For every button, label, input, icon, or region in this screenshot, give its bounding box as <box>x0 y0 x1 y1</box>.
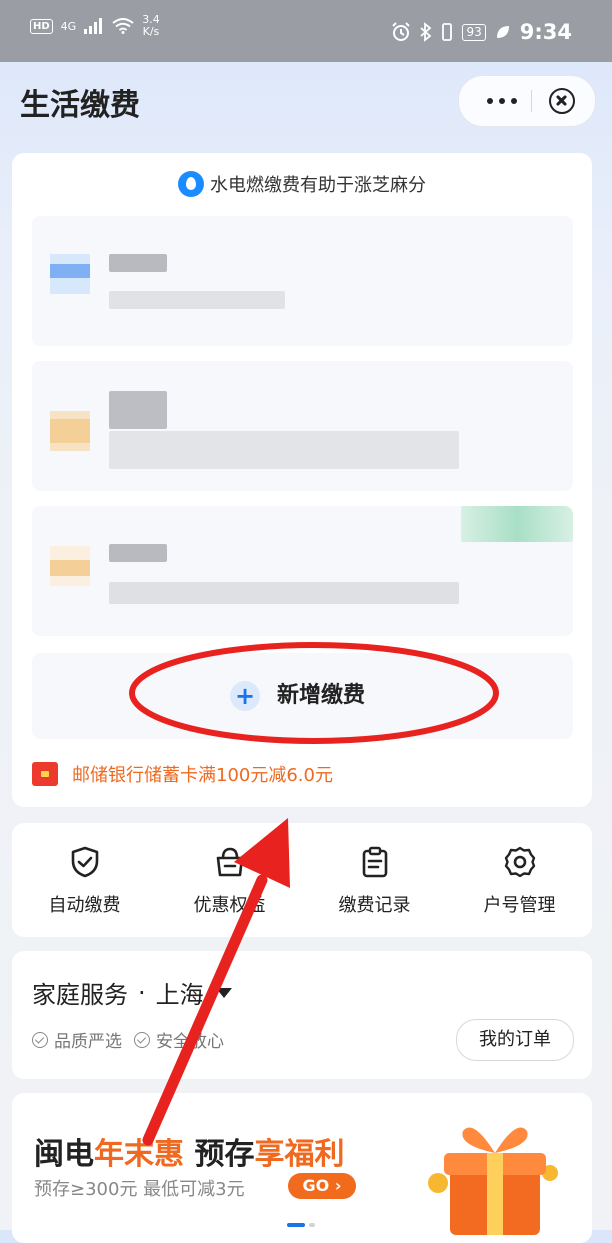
home-service-title: 家庭服务 <box>32 981 128 1009</box>
miniapp-capsule <box>458 75 596 127</box>
bank-promo[interactable]: 邮储银行储蓄卡满100元减6.0元 <box>32 761 333 787</box>
check-circle-icon <box>32 1031 48 1048</box>
promo-banner[interactable]: 闽电年末惠 预存享福利 预存≥300元 最低可减3元 GO › <box>12 1093 592 1243</box>
bill-card: 水电燃缴费有助于涨芝麻分 + 新增缴费 邮储银行储蓄卡满100元减6.0元 <box>12 153 592 807</box>
banner-subtitle: 预存≥300元 最低可减3元 <box>34 1179 245 1200</box>
banner-title-highlight: 年末惠 <box>94 1137 184 1172</box>
auto-pay-button[interactable]: 自动缴费 <box>12 823 157 937</box>
water-drop-icon <box>178 171 204 197</box>
vibrate-icon <box>442 23 453 41</box>
payment-records-label: 缴费记录 <box>338 895 411 916</box>
banner-title-part: 闽电 <box>34 1137 94 1172</box>
carousel-indicator <box>287 1223 315 1227</box>
tag-label: 品质严选 <box>54 1032 122 1052</box>
status-right: 93 9:34 <box>391 20 572 44</box>
more-icon[interactable] <box>477 86 527 116</box>
title-separator: · <box>138 978 146 1007</box>
gear-icon <box>504 846 535 878</box>
gift-basket-icon <box>216 847 243 877</box>
payment-records-button[interactable]: 缴费记录 <box>302 823 447 937</box>
caret-down-icon[interactable] <box>215 987 232 998</box>
leaf-icon <box>496 26 509 38</box>
account-item[interactable] <box>32 506 573 636</box>
capsule-divider <box>531 90 532 112</box>
clock: 9:34 <box>519 20 572 44</box>
banner-title-highlight: 享福利 <box>254 1137 345 1172</box>
auto-pay-label: 自动缴费 <box>48 895 121 916</box>
tag-label: 安全放心 <box>156 1032 224 1052</box>
blurred-text <box>109 254 167 272</box>
blurred-badge <box>461 506 573 542</box>
city-label: 上海 <box>155 981 204 1009</box>
service-tags: 品质严选 安全放心 <box>32 1027 224 1052</box>
banner-title-part: 预存 <box>184 1137 255 1172</box>
account-management-button[interactable]: 户号管理 <box>447 823 592 937</box>
bluetooth-icon <box>420 22 432 42</box>
add-payment-button[interactable]: + 新增缴费 <box>32 653 573 739</box>
blurred-text <box>109 391 167 429</box>
quick-actions: 自动缴费 优惠权益 缴费记录 户号管理 <box>12 823 592 937</box>
page-title: 生活缴费 <box>20 88 140 123</box>
status-left: HD 4G 3.4 K/s <box>30 14 160 38</box>
wifi-icon <box>112 18 134 34</box>
plus-icon: + <box>230 681 260 711</box>
red-envelope-icon <box>32 762 58 786</box>
close-icon[interactable] <box>549 88 575 114</box>
blurred-text <box>109 291 285 309</box>
signal-bars-icon <box>84 18 103 34</box>
account-item[interactable] <box>32 216 573 346</box>
network-speed: 3.4 K/s <box>142 14 160 38</box>
blurred-utility-icon <box>50 411 90 451</box>
blurred-text <box>109 431 459 469</box>
blurred-text <box>109 544 167 562</box>
sesame-tip: 水电燃缴费有助于涨芝麻分 <box>12 171 592 197</box>
signal-4g-icon: 4G <box>60 19 77 33</box>
clipboard-icon <box>362 846 387 878</box>
discount-benefits-label: 优惠权益 <box>193 895 266 916</box>
sesame-tip-text: 水电燃缴费有助于涨芝麻分 <box>210 175 426 196</box>
active-dot <box>287 1223 305 1227</box>
shield-check-icon <box>71 846 98 878</box>
account-item[interactable] <box>32 361 573 491</box>
discount-benefits-button[interactable]: 优惠权益 <box>157 823 302 937</box>
battery-indicator: 93 <box>462 23 486 41</box>
my-orders-button[interactable]: 我的订单 <box>456 1019 574 1061</box>
add-payment-label: 新增缴费 <box>277 683 366 708</box>
tag-item: 安全放心 <box>134 1027 224 1052</box>
alarm-icon <box>392 22 411 41</box>
home-service-header[interactable]: 家庭服务 · 上海 <box>32 975 232 1010</box>
gift-box-icon <box>428 1127 558 1235</box>
speed-unit: K/s <box>142 25 160 38</box>
go-button[interactable]: GO › <box>288 1173 356 1199</box>
status-bar: HD 4G 3.4 K/s 93 9:34 <box>0 0 612 62</box>
home-service-card: 家庭服务 · 上海 品质严选 安全放心 我的订单 <box>12 951 592 1079</box>
inactive-dot <box>309 1223 315 1227</box>
banner-title: 闽电年末惠 预存享福利 <box>34 1129 344 1173</box>
blurred-text <box>109 582 459 604</box>
blurred-utility-icon <box>50 254 90 294</box>
tag-item: 品质严选 <box>32 1027 122 1052</box>
promo-text: 邮储银行储蓄卡满100元减6.0元 <box>72 765 333 786</box>
check-circle-icon <box>134 1031 150 1048</box>
blurred-utility-icon <box>50 546 90 586</box>
hd-badge: HD <box>30 18 53 34</box>
account-management-label: 户号管理 <box>483 895 556 916</box>
